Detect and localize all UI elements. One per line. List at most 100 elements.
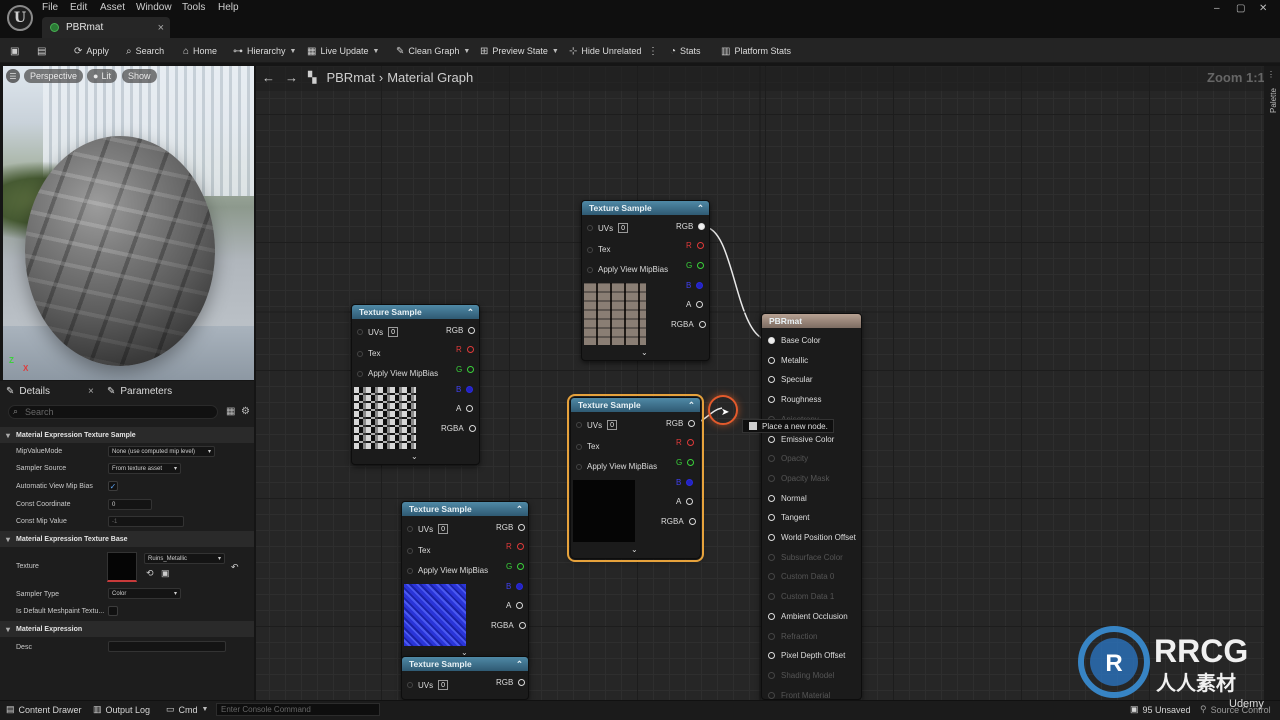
pin-r[interactable]: R (456, 345, 474, 354)
pin-label: Apply View MipBias (368, 369, 439, 378)
result-pin[interactable]: Subsurface Color (768, 553, 843, 562)
result-pin[interactable]: Ambient Occlusion (768, 612, 848, 621)
node-title: Texture Sample (409, 504, 472, 514)
pin-rgb[interactable]: RGB (496, 523, 526, 532)
result-pin[interactable]: Roughness (768, 395, 821, 404)
pin-rgba[interactable]: RGBA (661, 517, 696, 526)
pin-circle-icon (768, 534, 775, 541)
result-pin-label: Base Color (781, 336, 821, 345)
pin-tex[interactable]: Tex (587, 245, 610, 254)
pin-g[interactable]: G (676, 458, 695, 467)
output-log-label: Output Log (105, 704, 151, 715)
node-header[interactable]: Texture Sample ⌃ (402, 502, 528, 516)
pin-rgb[interactable]: RGB (676, 222, 706, 231)
result-pin[interactable]: Shading Model (768, 671, 834, 680)
pin-label: G (506, 562, 513, 571)
pin-rgb[interactable]: RGB (666, 419, 696, 428)
pin-rgba[interactable]: RGBA (441, 424, 476, 433)
pin-uvs[interactable]: UVs 0 (587, 223, 629, 233)
pin-tex[interactable]: Tex (357, 349, 380, 358)
pin-b[interactable]: B (676, 478, 694, 487)
pin-a[interactable]: A (456, 404, 474, 413)
result-pin[interactable]: Base Color (768, 336, 821, 345)
result-pin[interactable]: Custom Data 1 (768, 592, 834, 601)
pin-circle-icon (768, 652, 775, 660)
pin-tex[interactable]: Tex (407, 546, 430, 555)
pin-mipbias[interactable]: Apply View MipBias (357, 369, 438, 378)
node-header[interactable]: Texture Sample ⌃ (352, 305, 479, 319)
node-header[interactable]: Texture Sample ⌃ (582, 201, 709, 215)
unsaved-icon: ▣ (1130, 704, 1139, 714)
collapse-icon[interactable]: ⌃ (688, 400, 695, 411)
pin-r[interactable]: R (506, 542, 524, 551)
expand-icon[interactable]: ⌄ (641, 348, 648, 357)
pin-uvs[interactable]: UVs 0 (576, 420, 618, 430)
pin-g[interactable]: G (456, 365, 475, 374)
pin-rgba[interactable]: RGBA (491, 621, 526, 630)
pin-g[interactable]: G (686, 261, 705, 270)
uv-index-input[interactable]: 0 (607, 420, 618, 430)
result-pin[interactable]: Refraction (768, 632, 817, 641)
pin-label: Tex (418, 546, 431, 555)
uv-index-input[interactable]: 0 (438, 680, 449, 690)
output-log-button[interactable]: ▥ Output Log (93, 704, 150, 715)
cursor-icon: ➤ (721, 407, 730, 418)
result-pin[interactable]: Specular (768, 375, 813, 384)
result-pin[interactable]: Pixel Depth Offset (768, 651, 845, 660)
pin-mipbias[interactable]: Apply View MipBias (587, 265, 668, 274)
pin-rgb[interactable]: RGB (446, 326, 476, 335)
pin-mipbias[interactable]: Apply View MipBias (576, 462, 657, 471)
result-pin[interactable]: World Position Offset (768, 533, 856, 542)
node-header[interactable]: Texture Sample ⌃ (571, 398, 700, 412)
pin-mipbias[interactable]: Apply View MipBias (407, 566, 488, 575)
pin-rgb[interactable]: RGB (496, 678, 526, 687)
result-pin-label: Metallic (781, 355, 809, 365)
pin-uvs[interactable]: UVs 0 (407, 524, 449, 534)
collapse-icon[interactable]: ⌃ (697, 203, 704, 214)
pin-a[interactable]: A (686, 300, 704, 309)
pin-label: B (506, 582, 512, 591)
uv-index-input[interactable]: 0 (618, 223, 629, 233)
pin-b[interactable]: B (506, 582, 524, 591)
pin-b[interactable]: B (686, 281, 704, 290)
result-pin[interactable]: Opacity (768, 454, 808, 463)
pin-tex[interactable]: Tex (576, 442, 599, 451)
result-pin[interactable]: Front Material (768, 691, 830, 700)
pin-circle-icon (768, 356, 775, 364)
watermark-logo: R RRCG 人人素材 (1078, 626, 1248, 698)
pin-r[interactable]: R (686, 241, 704, 250)
uv-index-input[interactable]: 0 (388, 327, 399, 337)
pin-label: R (676, 438, 682, 447)
pin-label: Apply View MipBias (598, 265, 669, 274)
result-pin[interactable]: Opacity Mask (768, 474, 829, 483)
expand-icon[interactable]: ⌄ (411, 452, 418, 461)
collapse-icon[interactable]: ⌃ (516, 659, 523, 670)
node-header[interactable]: Texture Sample ⌃ (402, 657, 528, 671)
result-pin[interactable]: Emissive Color (768, 435, 834, 444)
pin-a[interactable]: A (506, 601, 524, 610)
collapse-icon[interactable]: ⌃ (516, 504, 523, 515)
console-input[interactable]: Enter Console Command (216, 703, 380, 716)
pin-uvs[interactable]: UVs 0 (357, 327, 399, 337)
pin-b[interactable]: B (456, 385, 474, 394)
collapse-icon[interactable]: ⌃ (467, 307, 474, 318)
unsaved-button[interactable]: ▣ 95 Unsaved (1130, 704, 1191, 715)
pin-r[interactable]: R (676, 438, 694, 447)
expand-icon[interactable]: ⌄ (631, 545, 638, 554)
pin-circle-icon (768, 435, 775, 443)
material-result-node[interactable]: PBRmat (761, 313, 862, 700)
uv-index-input[interactable]: 0 (438, 524, 449, 534)
pin-uvs[interactable]: UVs 0 (407, 680, 449, 690)
pin-rgba[interactable]: RGBA (671, 320, 706, 329)
result-pin[interactable]: Metallic (768, 356, 808, 365)
wire-rgb-to-basecolor (703, 226, 770, 341)
pin-label: RGBA (671, 320, 694, 329)
pin-a[interactable]: A (676, 497, 694, 506)
cmd-button[interactable]: ▭ Cmd ▼ (166, 704, 208, 715)
result-pin[interactable]: Custom Data 0 (768, 572, 834, 581)
result-pin[interactable]: Tangent (768, 513, 809, 522)
pin-g[interactable]: G (506, 562, 525, 571)
content-drawer-button[interactable]: ▤ Content Drawer (6, 704, 82, 715)
result-pin[interactable]: Normal (768, 494, 807, 503)
result-header[interactable]: PBRmat (762, 314, 861, 328)
